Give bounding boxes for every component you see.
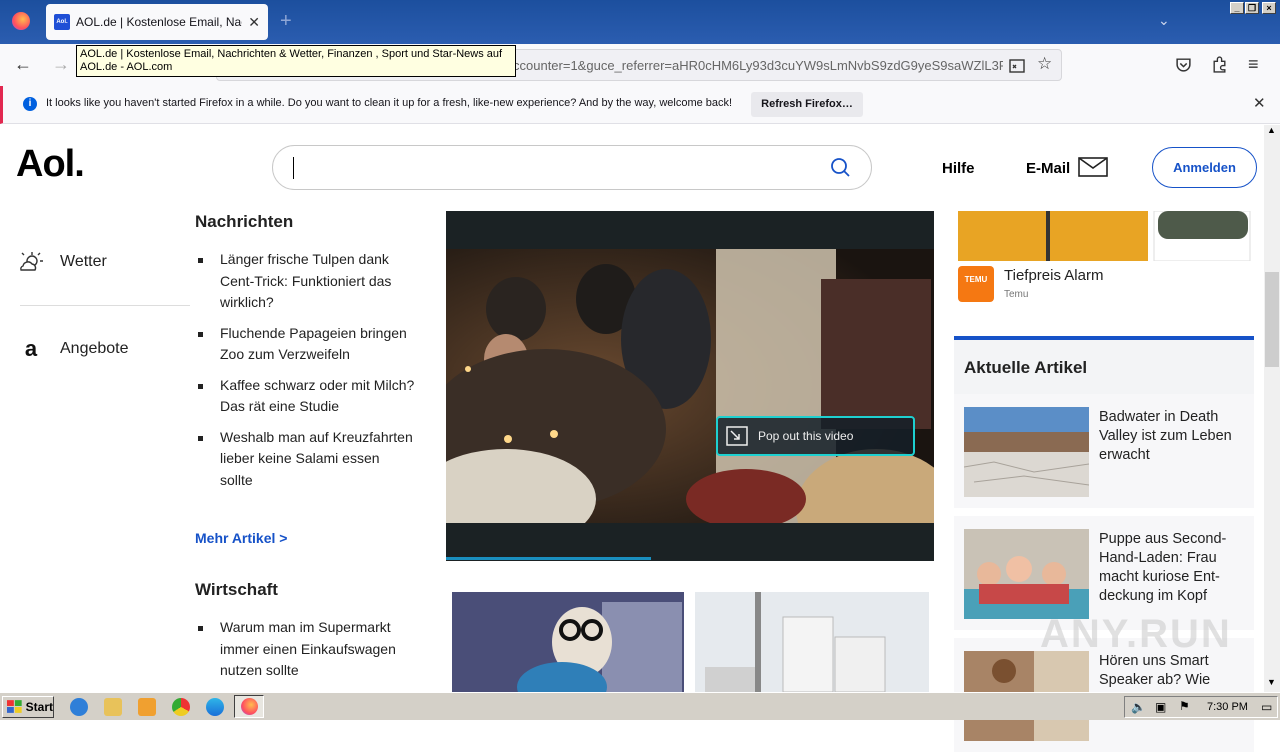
ie-icon[interactable]: [70, 698, 88, 716]
video-player[interactable]: Pop out this video: [446, 211, 934, 561]
current-articles-heading: Aktuelle Artikel: [964, 358, 1088, 377]
news-item[interactable]: Länger frische Tulpen dank Cent-Trick: F…: [195, 249, 415, 314]
video-progress-bar[interactable]: [446, 557, 651, 560]
card-separator: [954, 508, 1254, 516]
notification-close-icon[interactable]: ✕: [1253, 94, 1266, 112]
windows-logo-icon: [7, 700, 22, 713]
left-nav-label: Wetter: [60, 253, 107, 270]
picture-in-picture-icon: [726, 426, 748, 446]
article-image: [964, 407, 1089, 497]
close-window-button[interactable]: ×: [1262, 2, 1276, 14]
refresh-firefox-button[interactable]: Refresh Firefox…: [751, 92, 863, 117]
system-tray: 🔈 ▣ ⚑ 7:30 PM ▭: [1124, 696, 1278, 718]
watermark: ANY.RUN: [1040, 612, 1232, 656]
new-tab-icon[interactable]: +: [280, 10, 292, 33]
video-frame: [446, 249, 934, 523]
more-articles-link[interactable]: Mehr Artikel >: [195, 530, 287, 546]
left-nav-weather[interactable]: Wetter: [18, 250, 107, 274]
show-desktop-icon[interactable]: ▭: [1261, 700, 1272, 714]
help-link[interactable]: Hilfe: [942, 160, 975, 177]
news-item[interactable]: Weshalb man auf Kreuzfahrten lieber kein…: [195, 427, 415, 492]
current-article-card[interactable]: Badwater in Death Valley ist zum Leben e…: [954, 394, 1254, 508]
current-article-title: Puppe aus Second-Hand-Laden: Frau macht …: [1099, 531, 1227, 604]
scroll-up-icon[interactable]: ▲: [1267, 125, 1276, 135]
email-link[interactable]: E-Mail: [1026, 160, 1070, 177]
menu-hamburger-icon[interactable]: ≡: [1248, 54, 1259, 75]
tab-tooltip: AOL.de | Kostenlose Email, Nachrichten &…: [76, 45, 516, 77]
windows-taskbar: Start 🔈 ▣ ⚑ 7:30 PM ▭: [0, 692, 1280, 720]
tab-title: AOL.de | Kostenlose Email, Nachrichten: [76, 15, 242, 29]
ad-title[interactable]: Tiefpreis Alarm: [1004, 267, 1103, 284]
folder-icon[interactable]: [104, 698, 122, 716]
left-nav-angebote[interactable]: a Angebote: [18, 336, 129, 362]
search-icon[interactable]: [830, 157, 850, 177]
ad-source: Temu: [1004, 289, 1029, 300]
amazon-icon: a: [24, 336, 38, 361]
news-list: Länger frische Tulpen dank Cent-Trick: F…: [195, 249, 415, 500]
news-heading: Nachrichten: [195, 212, 294, 231]
chrome-icon[interactable]: [172, 698, 190, 716]
network-icon[interactable]: ▣: [1155, 700, 1166, 714]
pocket-icon[interactable]: [1175, 56, 1192, 73]
login-button[interactable]: Anmelden: [1152, 147, 1257, 188]
article-image: [452, 592, 684, 692]
article-image: [964, 529, 1089, 619]
ad-product-image: [958, 210, 1251, 262]
browser-tab-strip: Aol. AOL.de | Kostenlose Email, Nachrich…: [0, 0, 1280, 44]
economy-heading: Wirtschaft: [195, 580, 278, 599]
aol-header: Aol. Hilfe E-Mail Anmelden: [0, 125, 1264, 211]
page-scrollbar[interactable]: ▲ ▼: [1264, 125, 1280, 692]
firefox-taskbar-button[interactable]: [234, 695, 264, 718]
minimize-window-button[interactable]: _: [1230, 2, 1244, 14]
tab-list-chevron-icon[interactable]: ⌄: [1158, 12, 1170, 29]
forward-arrow-icon[interactable]: →: [52, 54, 70, 75]
notification-message: It looks like you haven't started Firefo…: [46, 97, 733, 109]
browser-tab[interactable]: Aol. AOL.de | Kostenlose Email, Nachrich…: [46, 4, 268, 40]
news-item[interactable]: Warum man im Supermarkt immer einen Eink…: [195, 617, 415, 682]
temu-logo-text: TEMU: [964, 275, 988, 284]
text-caret: [293, 157, 294, 179]
bookmark-star-icon[interactable]: ☆: [1037, 54, 1052, 74]
economy-list: Warum man im Supermarkt immer einen Eink…: [195, 617, 415, 691]
flag-icon[interactable]: ⚑: [1179, 699, 1190, 713]
news-item[interactable]: Kaffee schwarz oder mit Milch? Das rät e…: [195, 375, 415, 418]
media-player-icon[interactable]: [138, 698, 156, 716]
clock: 7:30 PM: [1207, 701, 1248, 713]
restore-window-button[interactable]: ❐: [1245, 2, 1259, 14]
article-image: [695, 592, 929, 692]
back-arrow-icon[interactable]: ←: [14, 54, 32, 75]
start-label: Start: [25, 700, 53, 714]
left-nav-divider: [20, 305, 190, 306]
reader-view-icon[interactable]: [1009, 58, 1025, 74]
search-input[interactable]: [272, 145, 872, 190]
article-thumbnail[interactable]: [695, 592, 929, 692]
news-item[interactable]: Fluchende Papageien bringen Zoo zum Verz…: [195, 323, 415, 366]
current-article-title: Badwater in Death Valley ist zum Leben e…: [1099, 409, 1232, 463]
aol-logo[interactable]: Aol.: [16, 143, 85, 186]
url-text: ccounter=1&guce_referrer=aHR0cHM6Ly93d3c…: [513, 58, 1003, 73]
extensions-icon[interactable]: [1211, 56, 1228, 73]
aol-favicon-icon: Aol.: [54, 14, 70, 30]
ad-image[interactable]: [956, 210, 1252, 262]
firefox-notification-bar: i It looks like you haven't started Fire…: [0, 86, 1280, 124]
volume-icon[interactable]: 🔈: [1131, 700, 1146, 714]
scrollbar-thumb[interactable]: [1265, 272, 1279, 367]
temu-logo[interactable]: TEMU: [958, 266, 994, 302]
edge-icon[interactable]: [206, 698, 224, 716]
start-button[interactable]: Start: [2, 696, 54, 718]
left-nav-label: Angebote: [60, 340, 129, 357]
weather-icon: [18, 250, 44, 274]
pop-out-video-button[interactable]: Pop out this video: [716, 416, 915, 456]
article-thumbnail[interactable]: [452, 592, 684, 692]
pop-out-label: Pop out this video: [758, 429, 854, 443]
tab-close-icon[interactable]: ✕: [248, 14, 260, 31]
mail-icon[interactable]: [1078, 157, 1108, 177]
info-icon: i: [23, 97, 37, 111]
firefox-icon: [241, 698, 258, 715]
scroll-down-icon[interactable]: ▼: [1267, 677, 1276, 687]
firefox-logo-icon[interactable]: [12, 12, 30, 30]
